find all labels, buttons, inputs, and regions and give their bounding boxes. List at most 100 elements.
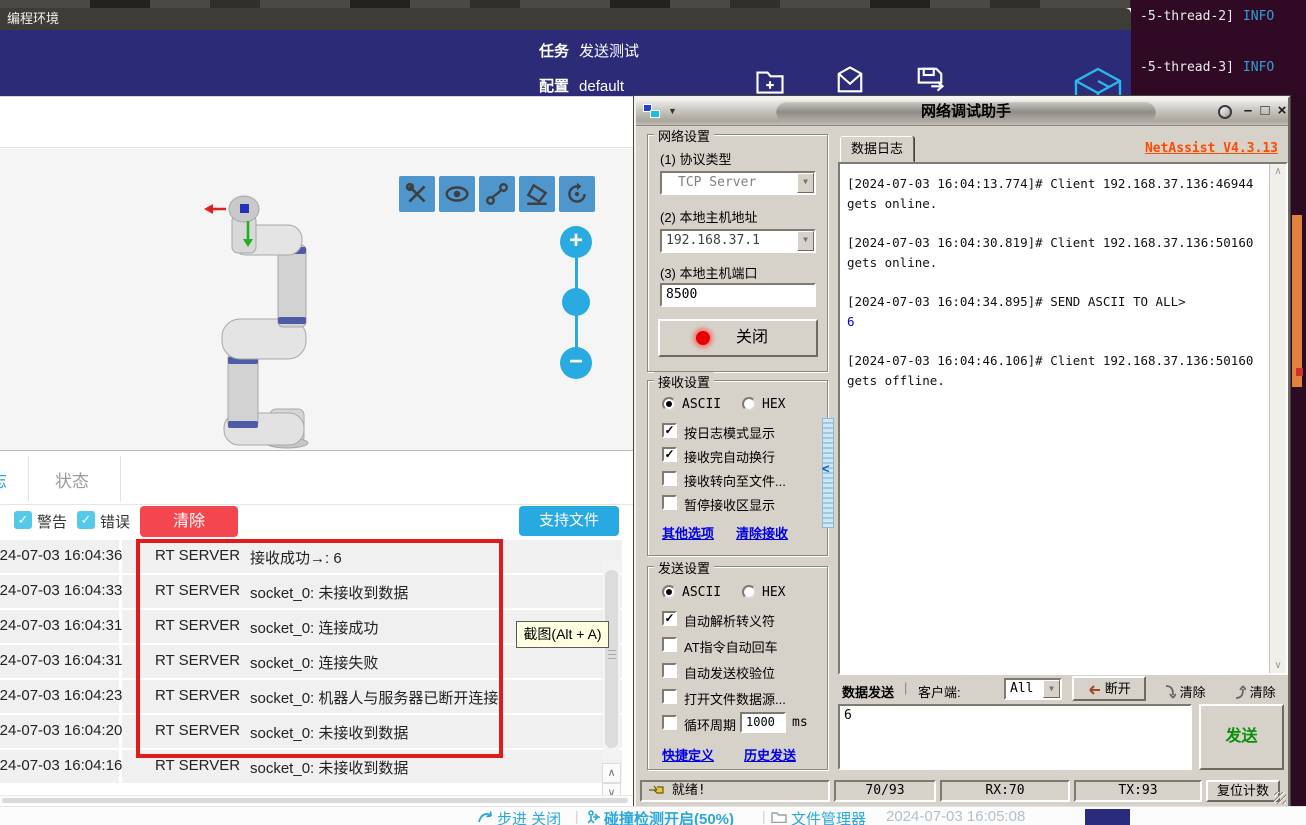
log-time: 2024-07-03 16:04:33 <box>0 582 122 599</box>
reset-view-button[interactable] <box>559 176 595 212</box>
support-file-button[interactable]: 支持文件 <box>519 506 619 536</box>
port-input[interactable]: 8500 <box>660 283 816 307</box>
horizontal-scrollbar-thumb[interactable] <box>2 798 628 803</box>
host-select[interactable]: 192.168.37.1 ▼ <box>660 229 816 253</box>
log-mode-checkbox[interactable]: ✓ <box>662 423 677 438</box>
zoom-in-button[interactable]: + <box>560 226 592 258</box>
version-link[interactable]: NetAssist V4.3.13 <box>1145 141 1278 156</box>
cycle-checkbox[interactable] <box>662 715 677 730</box>
netassist-window[interactable]: ▼ 网络调试助手 – □ × 网络设置 (1) 协议类型 TCP Server … <box>634 96 1290 808</box>
log-entry: [2024-07-03 16:04:13.774]# Client 192.16… <box>847 174 1257 214</box>
dropdown-arrow-icon[interactable]: ▼ <box>1043 680 1060 698</box>
disconnect-arrow-icon <box>1087 685 1101 695</box>
clear-log-button[interactable]: 清除 <box>140 506 238 537</box>
zoom-out-button[interactable]: − <box>560 347 592 379</box>
tools-button[interactable] <box>399 176 435 212</box>
warning-checkbox[interactable] <box>14 511 32 529</box>
log-entry-text: [2024-07-03 16:04:13.774]# Client 192.16… <box>847 176 1253 211</box>
close-connection-button[interactable]: 关闭 <box>658 319 818 357</box>
minimize-button[interactable]: – <box>1240 102 1256 119</box>
send-ascii-radio[interactable] <box>662 585 676 599</box>
config-label: 配置 <box>539 78 569 95</box>
zoom-slider-handle[interactable] <box>562 288 590 316</box>
quick-define-link[interactable]: 快捷定义 <box>662 745 714 764</box>
globe-icon[interactable] <box>1218 105 1232 119</box>
file-source-checkbox[interactable] <box>662 689 677 704</box>
log-entry-text: [2024-07-03 16:04:46.106]# Client 192.16… <box>847 353 1253 388</box>
scroll-down-icon[interactable]: ∨ <box>1270 660 1286 671</box>
maximize-button[interactable]: □ <box>1257 102 1273 119</box>
reset-view-icon <box>564 181 590 207</box>
count-panel: 70/93 <box>834 780 936 802</box>
cycle-unit: ms <box>792 715 808 730</box>
collision-status[interactable]: 碰撞检测开启(50%) <box>604 808 734 825</box>
auto-newline-checkbox[interactable]: ✓ <box>662 447 677 462</box>
config-value[interactable]: default <box>579 78 624 95</box>
new-file-icon <box>755 65 785 95</box>
send-input[interactable]: 6 <box>838 704 1192 770</box>
resize-grip[interactable] <box>1274 792 1286 804</box>
sysmenu-arrow-icon[interactable]: ▼ <box>668 106 677 116</box>
netassist-system-icon[interactable] <box>643 104 661 120</box>
data-log-tab[interactable]: 数据日志 <box>840 136 914 162</box>
other-options-link[interactable]: 其他选项 <box>662 523 714 542</box>
send-hex-radio[interactable] <box>742 585 756 599</box>
disconnect-label: 断开 <box>1105 681 1131 696</box>
clear-send-label: 清除 <box>1250 685 1276 700</box>
auto-checksum-checkbox[interactable] <box>662 663 677 678</box>
client-select[interactable]: All ▼ <box>1004 678 1062 700</box>
history-send-link[interactable]: 历史发送 <box>744 745 796 764</box>
save-icon <box>915 65 945 95</box>
scroll-up-icon[interactable]: ∧ <box>1270 166 1286 177</box>
save-to-file-checkbox[interactable] <box>662 471 677 486</box>
save-to-file-label: 接收转向至文件... <box>684 471 786 490</box>
clear-send-button[interactable]: 清除 <box>1234 682 1276 701</box>
disconnect-button[interactable]: 断开 <box>1072 676 1146 701</box>
send-button[interactable]: 发送 <box>1199 704 1284 770</box>
trace-icon <box>484 181 510 207</box>
trace-button[interactable] <box>479 176 515 212</box>
connection-led-icon <box>696 331 710 345</box>
cycle-input[interactable]: 1000 <box>740 712 786 733</box>
at-return-checkbox[interactable] <box>662 637 677 652</box>
error-checkbox[interactable] <box>77 511 95 529</box>
file-manager-button[interactable]: 文件管理器 <box>791 808 866 825</box>
view-button[interactable] <box>439 176 475 212</box>
panel-collapse-handle[interactable]: < <box>822 418 834 528</box>
erase-button[interactable] <box>519 176 555 212</box>
horizontal-scrollbar[interactable] <box>0 795 634 804</box>
clear-receive-button[interactable]: 清除 <box>1164 682 1206 701</box>
receive-hex-label: HEX <box>762 397 785 412</box>
step-status[interactable]: 步进 关闭 <box>497 808 561 825</box>
protocol-select[interactable]: TCP Server ▼ <box>660 171 816 195</box>
tab-divider <box>120 456 121 501</box>
log-message: socket_0: 未接收到数据 <box>250 757 408 778</box>
tab-log-partial[interactable]: 志 <box>0 467 7 492</box>
receive-ascii-radio[interactable] <box>662 397 676 411</box>
data-log-area[interactable]: [2024-07-03 16:04:13.774]# Client 192.16… <box>838 162 1288 675</box>
clear-receive-link[interactable]: 清除接收 <box>736 523 788 542</box>
data-log-scrollbar[interactable]: ∧∨ <box>1269 164 1286 673</box>
ready-status-panel: 就绪! <box>640 780 830 802</box>
scroll-up-button[interactable]: ∧ <box>602 763 621 783</box>
hand-pointer-icon <box>648 784 664 796</box>
dropdown-arrow-icon[interactable]: ▼ <box>797 231 814 251</box>
receive-hex-radio[interactable] <box>742 397 756 411</box>
tab-status[interactable]: 状态 <box>55 467 89 492</box>
terminal-text: -5-thread-3] <box>1140 60 1234 75</box>
data-send-tab[interactable]: 数据发送 <box>842 682 894 701</box>
task-value[interactable]: 发送测试 <box>579 43 639 60</box>
terminal-scrollbar-thumb[interactable] <box>1292 215 1302 387</box>
tx-panel: TX:93 <box>1074 780 1202 802</box>
auto-escape-checkbox[interactable]: ✓ <box>662 611 677 626</box>
pause-display-checkbox[interactable] <box>662 495 677 510</box>
send-settings-group: 发送设置 ASCII HEX ✓ 自动解析转义符 AT指令自动回车 自动发送校验… <box>647 566 828 770</box>
dropdown-arrow-icon[interactable]: ▼ <box>797 173 814 193</box>
reset-count-button[interactable]: 复位计数 <box>1206 780 1280 802</box>
netassist-titlebar[interactable]: ▼ 网络调试助手 – □ × <box>636 98 1288 126</box>
log-tabbar: 志 状态 <box>0 450 634 505</box>
send-bar-divider: | <box>904 680 907 695</box>
robot-3d-viewport[interactable]: + − <box>0 149 634 450</box>
netassist-title: 网络调试助手 <box>776 101 1156 123</box>
close-button[interactable]: × <box>1274 102 1290 119</box>
